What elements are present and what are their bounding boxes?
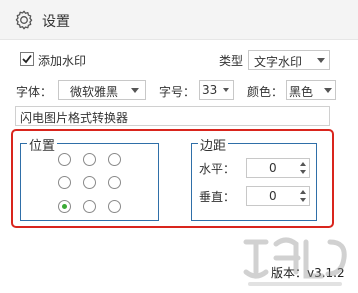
horizontal-margin-stepper[interactable]: 0	[246, 158, 310, 178]
chevron-down-icon	[324, 88, 332, 93]
chevron-down-icon	[223, 88, 229, 92]
color-label: 颜色：	[247, 85, 284, 99]
font-size-dropdown-button[interactable]	[221, 80, 234, 100]
selected-dot	[62, 204, 67, 209]
vertical-margin-value: 0	[269, 189, 277, 203]
color-select[interactable]: 黑色	[286, 80, 336, 100]
spin-down-icon[interactable]	[300, 198, 306, 202]
font-value: 微软雅黑	[70, 85, 119, 99]
vertical-margin-stepper[interactable]: 0	[246, 186, 310, 206]
margin-group-title: 边距	[198, 135, 229, 154]
watermark-text-input[interactable]: 闪电图片格式转换器	[15, 106, 330, 126]
site-watermark-logo	[243, 237, 347, 286]
font-select[interactable]: 微软雅黑	[58, 80, 146, 100]
color-value: 黑色	[289, 85, 314, 99]
vertical-margin-label: 垂直：	[199, 190, 236, 204]
margin-group: 边距 水平： 0 垂直： 0	[191, 135, 317, 221]
position-top-right-radio[interactable]	[108, 153, 121, 166]
position-middle-left-radio[interactable]	[58, 176, 71, 189]
watermark-text-value: 闪电图片格式转换器	[20, 111, 129, 125]
add-watermark-label[interactable]: 添加水印	[38, 52, 86, 69]
checkmark-icon	[22, 54, 32, 64]
watermark-option-row: 添加水印 类型 文字水印	[0, 50, 358, 70]
watermark-type-value: 文字水印	[254, 55, 303, 69]
settings-header: 设置	[0, 0, 358, 40]
spin-up-icon[interactable]	[300, 190, 306, 194]
position-bottom-right-radio[interactable]	[108, 200, 121, 213]
watermark-type-select[interactable]: 文字水印	[248, 50, 330, 70]
position-bottom-center-radio[interactable]	[83, 200, 96, 213]
font-row: 字体： 微软雅黑 字号： 33 颜色： 黑色	[0, 80, 358, 100]
position-top-center-radio[interactable]	[83, 153, 96, 166]
font-label: 字体：	[16, 85, 53, 99]
position-bottom-left-radio[interactable]	[58, 200, 71, 213]
type-label: 类型	[219, 54, 244, 68]
spin-up-icon[interactable]	[300, 162, 306, 166]
chevron-down-icon	[317, 58, 325, 63]
size-label: 字号：	[159, 85, 196, 99]
position-group-title: 位置	[27, 135, 58, 154]
add-watermark-checkbox[interactable]	[20, 52, 34, 66]
font-size-value: 33	[202, 83, 218, 97]
font-size-stepper[interactable]: 33	[199, 80, 223, 100]
settings-title: 设置	[42, 14, 70, 30]
horizontal-margin-label: 水平：	[199, 162, 236, 176]
position-middle-right-radio[interactable]	[108, 176, 121, 189]
spin-down-icon[interactable]	[300, 170, 306, 174]
position-center-radio[interactable]	[83, 176, 96, 189]
gear-icon	[15, 10, 33, 30]
chevron-down-icon	[131, 88, 139, 93]
position-top-left-radio[interactable]	[58, 153, 71, 166]
position-group: 位置	[20, 135, 159, 221]
horizontal-margin-value: 0	[269, 161, 277, 175]
